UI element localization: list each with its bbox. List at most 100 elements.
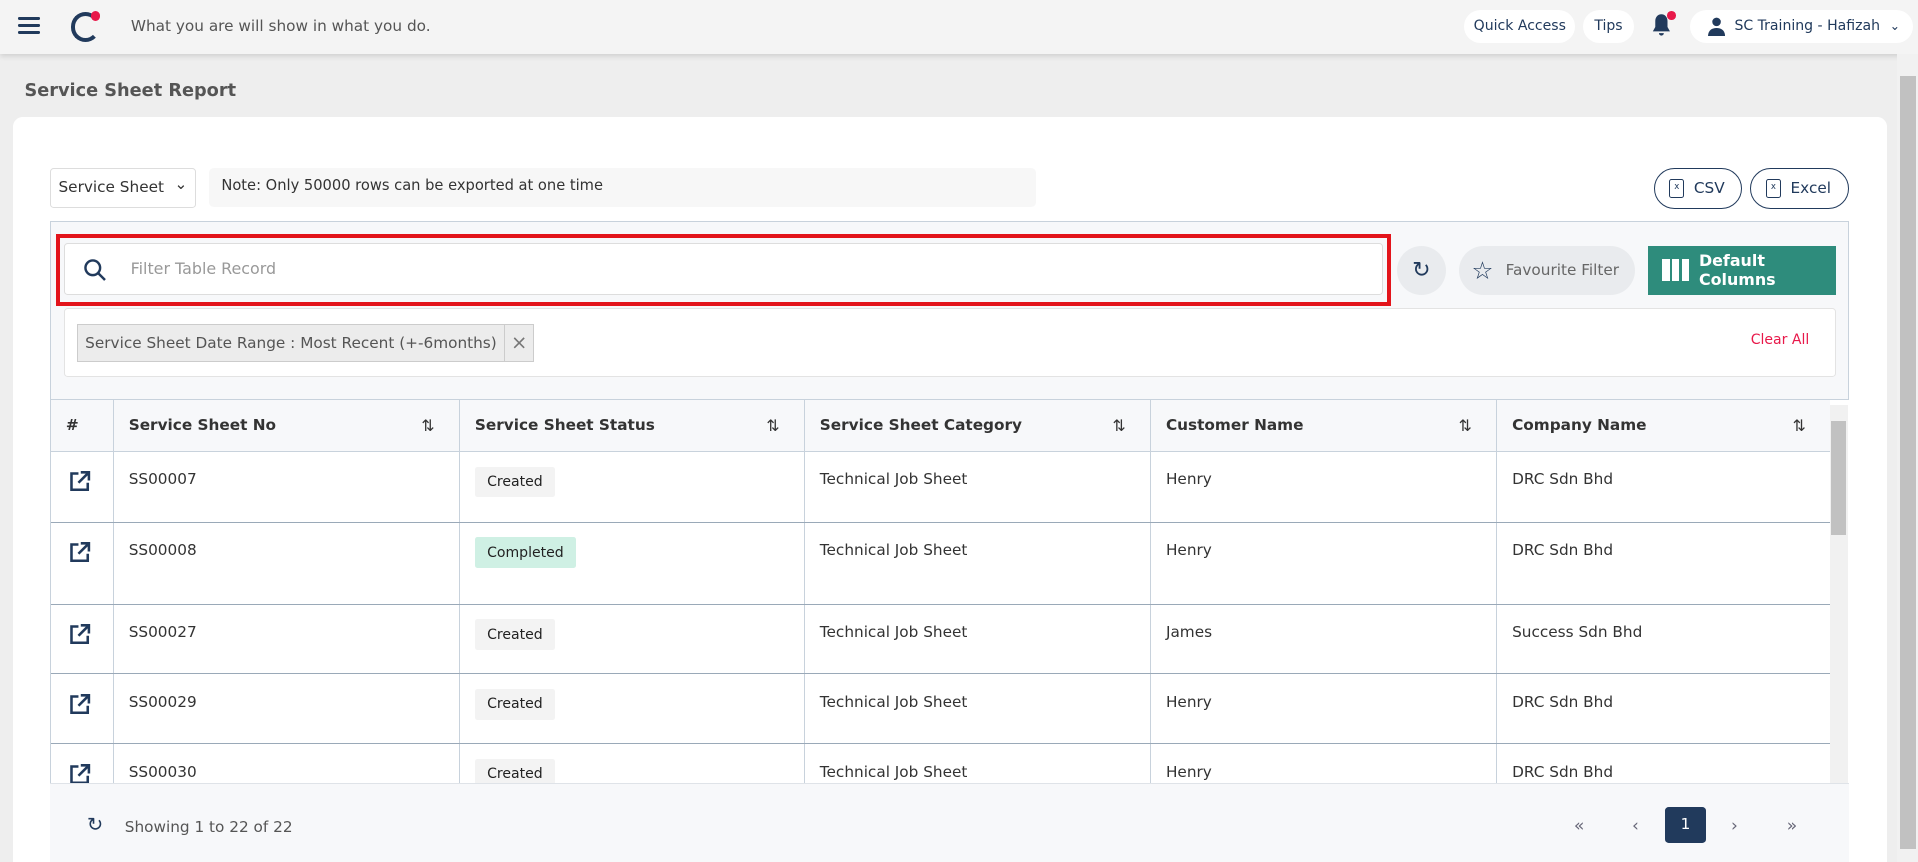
open-external-icon[interactable] <box>68 693 91 716</box>
row-open-cell <box>51 522 115 605</box>
table-scrollbar[interactable] <box>1829 404 1849 783</box>
active-filters: Service Sheet Date Range : Most Recent (… <box>63 308 1836 377</box>
table-footer: ↻ Showing 1 to 22 of 22 « ‹ 1 › » <box>50 782 1850 862</box>
sort-icon[interactable]: ⇅ <box>421 416 434 435</box>
open-external-icon[interactable] <box>68 470 91 493</box>
chevron-down-icon: ⌄ <box>174 174 188 193</box>
cell-no: SS00027 <box>113 604 461 675</box>
sort-icon[interactable]: ⇅ <box>766 416 779 435</box>
user-name: SC Training - Hafizah <box>1734 18 1880 35</box>
cell-status: Completed <box>459 522 806 605</box>
cell-no: SS00008 <box>113 522 461 605</box>
cell-category: Technical Job Sheet <box>804 673 1152 745</box>
excel-file-icon: x <box>1766 179 1781 198</box>
cell-company: DRC Sdn Bhd <box>1496 522 1830 605</box>
tips-button[interactable]: Tips <box>1582 9 1635 43</box>
close-icon[interactable]: × <box>504 324 533 361</box>
cell-status: Created <box>459 673 806 745</box>
page-1-button[interactable]: 1 <box>1664 807 1707 843</box>
cell-category: Technical Job Sheet <box>804 743 1152 783</box>
next-page-button[interactable]: › <box>1716 816 1753 836</box>
row-open-cell <box>51 673 115 745</box>
column-header-status[interactable]: Service Sheet Status ⇅ <box>459 399 806 452</box>
sort-icon[interactable]: ⇅ <box>1112 416 1125 435</box>
cell-customer: Henry <box>1150 522 1498 605</box>
page-title: Service Sheet Report <box>24 80 237 101</box>
logo-dot <box>90 11 101 21</box>
clear-all-link[interactable]: Clear All <box>1751 332 1810 348</box>
favourite-label: Favourite Filter <box>1505 261 1620 280</box>
cell-company: Success Sdn Bhd <box>1496 604 1830 675</box>
table-row: SS00008 Completed Technical Job Sheet He… <box>51 522 1830 605</box>
cell-status: Created <box>459 604 806 675</box>
table-row: SS00030 Created Technical Job Sheet Henr… <box>51 743 1830 783</box>
highlight-box <box>56 233 1391 306</box>
cell-status: Created <box>459 743 806 783</box>
top-bar: What you are will show in what you do. Q… <box>0 0 1918 54</box>
column-header-index: # <box>51 399 115 452</box>
column-header-no[interactable]: Service Sheet No ⇅ <box>113 399 461 452</box>
report-type-select[interactable]: Service Sheet ⌄ <box>50 167 196 208</box>
user-icon <box>1707 17 1725 37</box>
cell-customer: Henry <box>1150 743 1498 783</box>
refresh-filter-button[interactable]: ↻ <box>1396 245 1446 295</box>
cell-category: Technical Job Sheet <box>804 522 1152 605</box>
cell-customer: Henry <box>1150 451 1498 523</box>
cell-status: Created <box>459 451 806 523</box>
table-row: SS00007 Created Technical Job Sheet Henr… <box>51 451 1830 523</box>
notification-dot <box>1667 11 1676 20</box>
column-header-category[interactable]: Service Sheet Category ⇅ <box>804 399 1152 452</box>
default-columns-label: Default Columns <box>1698 251 1776 290</box>
star-icon: ☆ <box>1471 255 1494 285</box>
cell-company: DRC Sdn Bhd <box>1496 451 1830 523</box>
filter-chip-label: Service Sheet Date Range : Most Recent (… <box>85 333 497 352</box>
user-menu[interactable]: SC Training - Hafizah ⌄ <box>1690 9 1914 43</box>
row-open-cell <box>51 604 115 675</box>
cell-company: DRC Sdn Bhd <box>1496 673 1830 745</box>
row-open-cell <box>51 743 115 783</box>
cell-no: SS00030 <box>113 743 461 783</box>
csv-label: CSV <box>1693 179 1725 198</box>
table-row: SS00027 Created Technical Job Sheet Jame… <box>51 604 1830 675</box>
cell-category: Technical Job Sheet <box>804 604 1152 675</box>
column-header-customer[interactable]: Customer Name ⇅ <box>1150 399 1498 452</box>
cell-no: SS00029 <box>113 673 461 745</box>
excel-button[interactable]: x Excel <box>1750 167 1850 210</box>
open-external-icon[interactable] <box>68 763 91 783</box>
tagline: What you are will show in what you do. <box>130 17 431 36</box>
export-note: Note: Only 50000 rows can be exported at… <box>209 167 1037 207</box>
open-external-icon[interactable] <box>68 541 91 564</box>
first-page-button[interactable]: « <box>1561 816 1598 836</box>
cell-customer: James <box>1150 604 1498 675</box>
sort-icon[interactable]: ⇅ <box>1459 416 1472 435</box>
status-badge: Completed <box>474 537 576 569</box>
reload-icon[interactable]: ↻ <box>87 813 103 836</box>
status-badge: Created <box>474 758 555 783</box>
report-type-value: Service Sheet <box>58 178 164 197</box>
menu-icon[interactable] <box>18 17 41 35</box>
row-open-cell <box>51 451 115 523</box>
favourite-filter-button[interactable]: ☆ Favourite Filter <box>1459 245 1636 295</box>
chevron-down-icon: ⌄ <box>1889 19 1900 34</box>
data-table: # Service Sheet No ⇅ Service Sheet Status… <box>50 399 1830 783</box>
status-badge: Created <box>474 619 555 651</box>
excel-label: Excel <box>1790 179 1831 198</box>
csv-button[interactable]: x CSV <box>1653 167 1742 210</box>
filter-chip: Service Sheet Date Range : Most Recent (… <box>76 323 535 362</box>
column-header-company[interactable]: Company Name ⇅ <box>1496 399 1830 452</box>
default-columns-button[interactable]: Default Columns <box>1647 245 1836 295</box>
page-scrollbar[interactable] <box>1897 53 1918 862</box>
cell-category: Technical Job Sheet <box>804 451 1152 523</box>
table-row: SS00029 Created Technical Job Sheet Henr… <box>51 673 1830 745</box>
refresh-icon: ↻ <box>1412 257 1431 283</box>
open-external-icon[interactable] <box>68 623 91 646</box>
prev-page-button[interactable]: ‹ <box>1617 816 1654 836</box>
sort-icon[interactable]: ⇅ <box>1793 416 1806 435</box>
columns-icon <box>1662 259 1690 282</box>
pagination-info: Showing 1 to 22 of 22 <box>124 818 293 837</box>
last-page-button[interactable]: » <box>1774 816 1811 836</box>
quick-access-button[interactable]: Quick Access <box>1464 9 1576 43</box>
cell-no: SS00007 <box>113 451 461 523</box>
csv-file-icon: x <box>1669 179 1685 198</box>
status-badge: Created <box>474 689 555 720</box>
